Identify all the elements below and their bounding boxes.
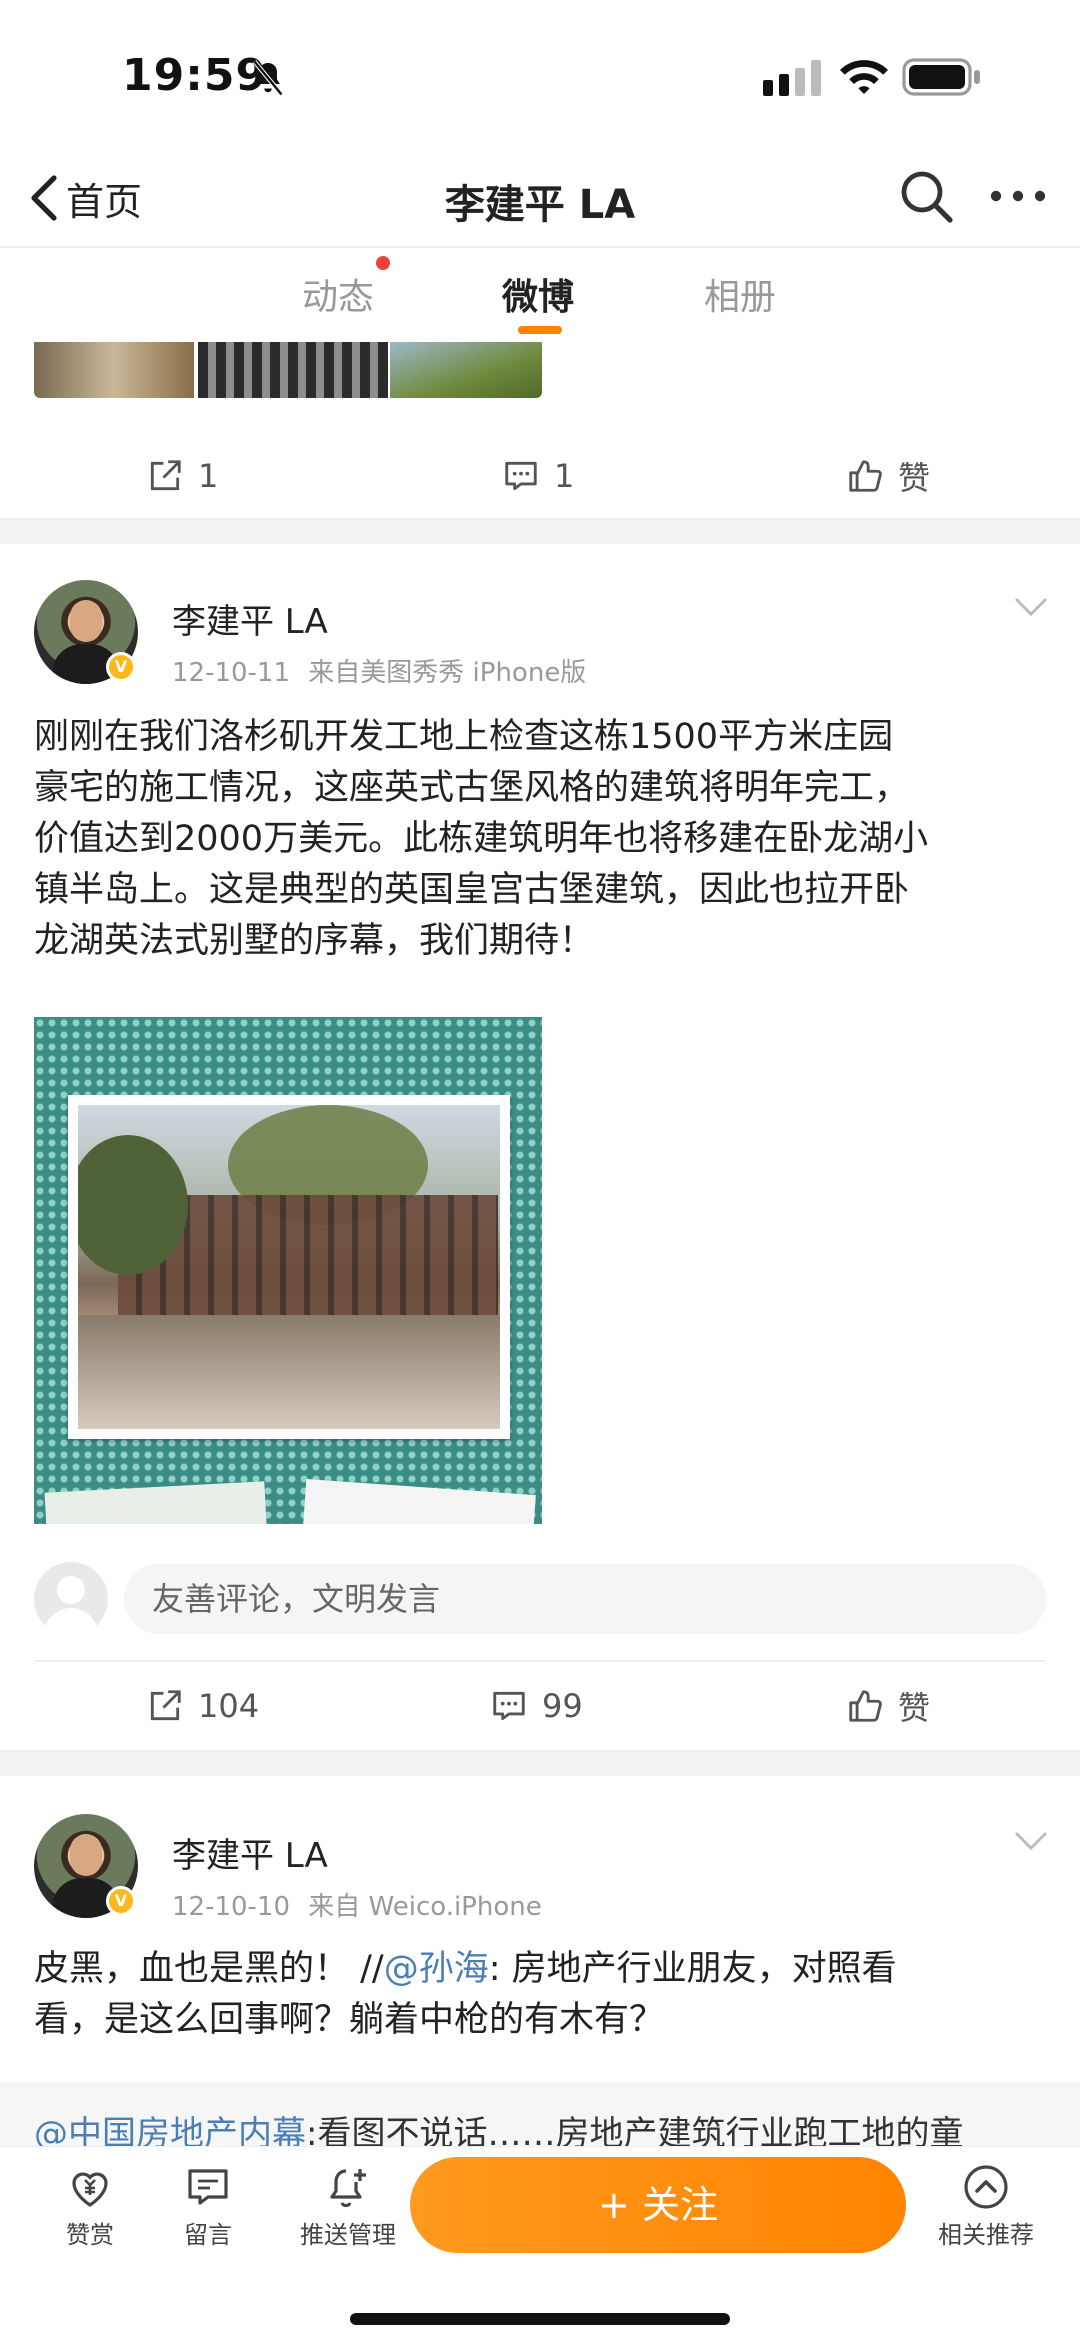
repost-count: 104 [198, 1687, 260, 1725]
quoted-post[interactable]: @中国房地产内幕:看图不说话……房地产建筑行业跑工地的童 [0, 2082, 1080, 2152]
post-text-line: 价值达到2000万美元。此栋建筑明年也将移建在卧龙湖小 [34, 819, 929, 859]
like-button[interactable]: 赞 [846, 1684, 930, 1728]
prev-post-actions: 1 1 赞 [0, 430, 1080, 520]
comment-button[interactable]: 99 [490, 1684, 583, 1728]
photo-frame [68, 1095, 510, 1439]
cellular-signal-icon [763, 60, 821, 96]
post-text-line: 皮黑，血也是黑的！ //@孙海: 房地产行业朋友，对照看 [34, 1949, 897, 1989]
like-button[interactable]: 赞 [846, 454, 930, 498]
tab-album[interactable]: 相册 [704, 268, 776, 320]
post-date: 12-10-10 [172, 1892, 291, 1922]
reward-button[interactable]: 赞赏 [30, 2157, 150, 2250]
comment-count: 1 [554, 457, 575, 495]
prev-image-2[interactable] [198, 342, 388, 398]
post-author[interactable]: 李建平 LA [172, 594, 328, 643]
reward-label: 赞赏 [66, 2221, 114, 2249]
push-settings-button[interactable]: 推送管理 [268, 2157, 428, 2250]
comment-input[interactable]: 友善评论，文明发言 [124, 1564, 1046, 1634]
status-time: 19:59 [122, 50, 268, 101]
comment-count: 99 [542, 1687, 583, 1725]
post-body: 皮黑，血也是黑的！ //@孙海: 房地产行业朋友，对照看 看，是这么回事啊？躺着… [34, 1944, 1046, 2046]
post-body: 刚刚在我们洛杉矶开发工地上检查这栋1500平方米庄园 豪宅的施工情况，这座英式古… [34, 712, 1046, 967]
battery-icon [902, 58, 980, 96]
post-image[interactable] [34, 1017, 542, 1524]
prev-image-1[interactable] [34, 342, 194, 398]
mention-link[interactable]: @孙海 [384, 1949, 489, 1989]
reward-heart-icon [72, 2172, 108, 2207]
tab-dynamic[interactable]: 动态 [302, 268, 374, 320]
repost-button[interactable]: 104 [146, 1684, 259, 1728]
post-text-line: 看，是这么回事啊？躺着中枪的有木有？ [34, 2000, 665, 2040]
user-avatar [34, 1562, 108, 1636]
post-actions: 104 99 赞 [0, 1660, 1080, 1750]
home-indicator[interactable] [350, 2313, 730, 2325]
post-text-line: 镇半岛上。这是典型的英国皇宫古堡建筑，因此也拉开卧 [34, 870, 910, 910]
active-tab-indicator [518, 326, 562, 334]
thumbs-up-icon [849, 1690, 882, 1722]
prev-image-3[interactable] [390, 342, 542, 398]
post-text-line: 龙湖英法式别墅的序幕，我们期待！ [34, 921, 595, 961]
bell-plus-icon [330, 2169, 366, 2208]
message-button[interactable]: 留言 [148, 2157, 268, 2250]
post-meta: 12-10-10 来自 Weico.iPhone [172, 1886, 542, 1923]
like-label: 赞 [898, 1689, 931, 1727]
post-source: 来自美图秀秀 iPhone版 [308, 658, 587, 688]
message-label: 留言 [184, 2221, 232, 2249]
repost-button[interactable]: 1 [146, 454, 218, 498]
bell-off-icon [252, 60, 284, 96]
post-date: 12-10-11 [172, 658, 291, 688]
thumbs-up-icon [849, 460, 882, 492]
comment-icon [505, 461, 537, 491]
chevron-down-icon[interactable] [1014, 1830, 1048, 1852]
more-icon[interactable] [988, 176, 1048, 216]
push-settings-label: 推送管理 [300, 2221, 396, 2249]
like-label: 赞 [898, 459, 931, 497]
post-text-line: 豪宅的施工情况，这座英式古堡风格的建筑将明年完工， [34, 768, 910, 808]
tab-weibo[interactable]: 微博 [502, 268, 574, 320]
follow-button[interactable]: + 关注 [410, 2157, 906, 2253]
status-bar: 19:59 [0, 0, 1080, 150]
post-text-line: 刚刚在我们洛杉矶开发工地上检查这栋1500平方米庄园 [34, 717, 894, 757]
repost-count: 1 [198, 457, 219, 495]
feed-separator [0, 518, 1080, 544]
post-meta: 12-10-11 来自美图秀秀 iPhone版 [172, 652, 586, 689]
verified-badge-icon: V [106, 652, 136, 682]
profile-tabs: 动态 微博 相册 [0, 246, 1080, 342]
related-recommend-button[interactable]: 相关推荐 [916, 2157, 1056, 2250]
verified-badge-icon: V [106, 1886, 136, 1916]
related-recommend-label: 相关推荐 [938, 2221, 1034, 2249]
search-icon[interactable] [898, 168, 954, 224]
castle-construction-photo [78, 1105, 500, 1429]
post-author[interactable]: 李建平 LA [172, 1828, 328, 1877]
repost-icon [150, 460, 181, 491]
previous-post-images[interactable] [34, 342, 542, 398]
notification-dot [376, 256, 390, 270]
repost-icon [150, 1690, 181, 1721]
chevron-up-circle-icon [964, 2165, 1008, 2209]
message-icon [188, 2169, 228, 2205]
nav-bar: 首页 李建平 LA [0, 150, 1080, 246]
bottom-toolbar: 赞赏 留言 推送管理 + 关注 相关推荐 [0, 2146, 1080, 2346]
wifi-icon [840, 60, 888, 94]
feed-separator [0, 1750, 1080, 1776]
post-source: 来自 Weico.iPhone [308, 1892, 542, 1922]
comment-icon [493, 1691, 525, 1721]
comment-button[interactable]: 1 [502, 454, 574, 498]
chevron-down-icon[interactable] [1014, 596, 1048, 618]
